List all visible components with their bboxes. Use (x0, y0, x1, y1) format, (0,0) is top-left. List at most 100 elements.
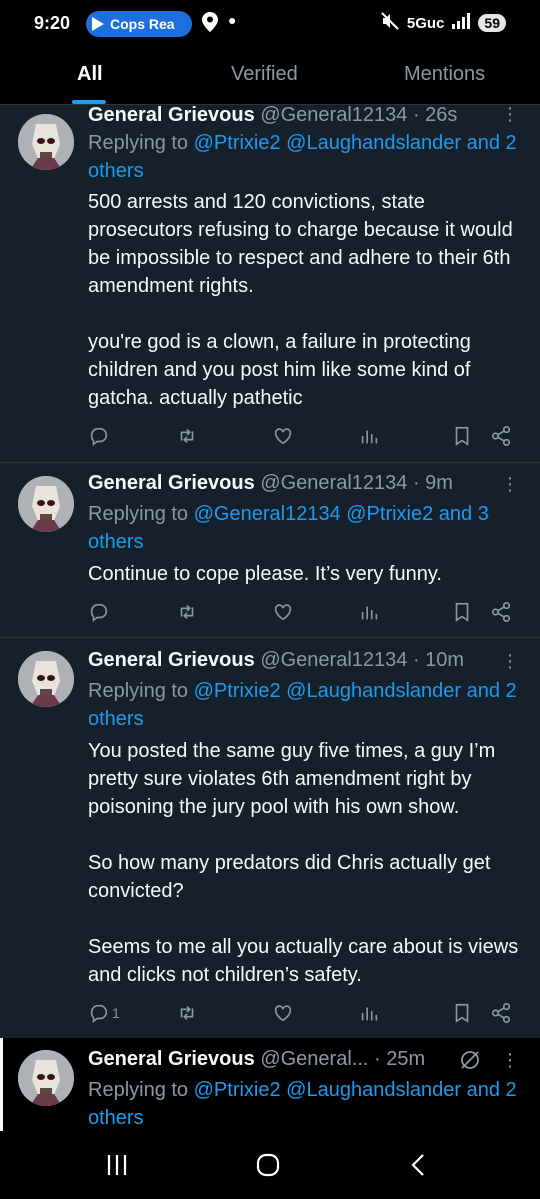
location-pin-icon (202, 12, 218, 37)
tweet-body: 500 arrests and 120 convictions, state p… (88, 188, 528, 412)
views-icon (361, 1007, 378, 1021)
retweet-button[interactable] (176, 600, 198, 624)
share-icon (491, 1003, 511, 1023)
views-icon (361, 606, 378, 620)
tweet-header: General Grievous @General... · 25m (88, 1048, 425, 1071)
tweet-paragraph: Continue to cope please. It’s very funny… (88, 563, 442, 585)
avatar[interactable] (18, 114, 74, 170)
display-name[interactable]: General Grievous (88, 649, 255, 671)
battery-level: 59 (478, 14, 506, 32)
handle-and-time: @General12134 · 26s (260, 104, 458, 126)
tweet-card[interactable]: General Grievous @General12134 · 26s ⋮ R… (0, 104, 540, 463)
replying-prefix: Replying to (88, 503, 194, 525)
views-button[interactable] (358, 600, 380, 624)
reply-icon (90, 1004, 108, 1023)
more-icon[interactable]: ⋮ (501, 474, 519, 495)
avatar[interactable] (18, 651, 74, 707)
handle-and-time: @General12134 · 9m (260, 472, 453, 494)
retweet-icon (180, 1005, 194, 1021)
tweet-paragraph: you're god is a clown, a failure in prot… (88, 331, 471, 409)
tweet-actions (88, 424, 528, 448)
like-button[interactable] (272, 424, 294, 448)
replying-prefix: Replying to (88, 1079, 194, 1101)
tweet-paragraph: You posted the same guy five times, a gu… (88, 740, 496, 818)
avatar[interactable] (18, 476, 74, 532)
share-button[interactable] (490, 600, 512, 624)
home-icon[interactable] (256, 1153, 280, 1182)
signal-icon (452, 13, 471, 33)
avatar[interactable] (18, 1050, 74, 1106)
tweet-body: You posted the same guy five times, a gu… (88, 737, 528, 989)
replying-to: Replying to @Ptrixie2 @Laughandslander a… (88, 129, 528, 185)
tweet-paragraph: 500 arrests and 120 convictions, state p… (88, 191, 513, 297)
network-label: 5Guc (406, 14, 445, 32)
play-icon (92, 17, 104, 31)
tweet-header: General Grievous @General12134 · 26s (88, 104, 457, 127)
reply-count: 1 (112, 1005, 120, 1021)
reply-button[interactable] (88, 424, 112, 448)
tweet-card[interactable]: General Grievous @General12134 · 10m ⋮ R… (0, 637, 540, 1039)
status-bar: 9:20 Cops Rea ● 5Guc 59 (0, 0, 540, 48)
more-icon[interactable]: ⋮ (501, 104, 519, 125)
unread-indicator (0, 1038, 3, 1131)
tweet-actions (88, 600, 528, 624)
tweet-body: Continue to cope please. It’s very funny… (88, 560, 528, 588)
tweet-paragraph: Seems to me all you actually care about … (88, 936, 519, 986)
tab-verified[interactable]: Verified (231, 63, 298, 86)
more-icon[interactable]: ⋮ (501, 1050, 519, 1071)
bookmark-icon (455, 1003, 469, 1023)
display-name[interactable]: General Grievous (88, 472, 255, 494)
recent-apps-icon[interactable] (106, 1153, 128, 1182)
display-name[interactable]: General Grievous (88, 104, 255, 126)
tweet-card[interactable]: General Grievous @General... · 25m ⋮ Rep… (0, 1038, 540, 1131)
like-button[interactable] (272, 600, 294, 624)
bookmark-button[interactable] (451, 600, 473, 624)
bookmark-icon (455, 602, 469, 622)
heart-icon (274, 1005, 292, 1022)
reply-button[interactable]: 1 (88, 1001, 120, 1025)
bookmark-button[interactable] (451, 424, 473, 448)
retweet-button[interactable] (176, 1001, 198, 1025)
tweet-header: General Grievous @General12134 · 9m (88, 472, 453, 495)
replying-to: Replying to @Ptrixie2 @Laughandslander a… (88, 1076, 528, 1132)
tab-all[interactable]: All (77, 63, 103, 86)
status-indicators: 5Guc 59 (381, 12, 506, 34)
replying-to: Replying to @General12134 @Ptrixie2 and … (88, 500, 528, 556)
retweet-button[interactable] (176, 424, 198, 448)
handle-and-time: @General... · 25m (260, 1048, 426, 1070)
back-icon[interactable] (410, 1153, 426, 1182)
replying-prefix: Replying to (88, 680, 194, 702)
system-navigation-bar (0, 1131, 540, 1199)
share-button[interactable] (490, 424, 512, 448)
clock: 9:20 (34, 13, 71, 33)
media-pill-label: Cops Rea (110, 16, 175, 32)
replying-prefix: Replying to (88, 132, 194, 154)
share-icon (491, 426, 511, 446)
tweet-actions: 1 (88, 1001, 528, 1025)
reply-button[interactable] (88, 600, 112, 624)
share-button[interactable] (490, 1001, 512, 1025)
handle-and-time: @General12134 · 10m (260, 649, 465, 671)
notification-dot-icon: ● (228, 12, 237, 28)
bookmark-button[interactable] (451, 1001, 473, 1025)
like-button[interactable] (272, 1001, 294, 1025)
tab-mentions[interactable]: Mentions (404, 63, 485, 86)
replying-to: Replying to @Ptrixie2 @Laughandslander a… (88, 677, 528, 733)
tweet-paragraph: So how many predators did Chris actually… (88, 852, 491, 902)
views-button[interactable] (358, 1001, 380, 1025)
retweet-icon (180, 604, 194, 620)
tweet-header: General Grievous @General12134 · 10m (88, 649, 464, 672)
bookmark-icon (455, 426, 469, 446)
share-icon (491, 602, 511, 622)
mute-vibrate-icon (381, 12, 399, 34)
media-pill[interactable]: Cops Rea (86, 11, 192, 37)
views-button[interactable] (358, 424, 380, 448)
heart-icon (274, 604, 292, 621)
display-name[interactable]: General Grievous (88, 1048, 255, 1070)
more-icon[interactable]: ⋮ (501, 651, 519, 672)
notifications-tabs: All Verified Mentions (0, 48, 540, 105)
views-icon (361, 430, 378, 444)
heart-icon (274, 428, 292, 445)
retweet-icon (180, 428, 194, 444)
tweet-card[interactable]: General Grievous @General12134 · 9m ⋮ Re… (0, 462, 540, 638)
